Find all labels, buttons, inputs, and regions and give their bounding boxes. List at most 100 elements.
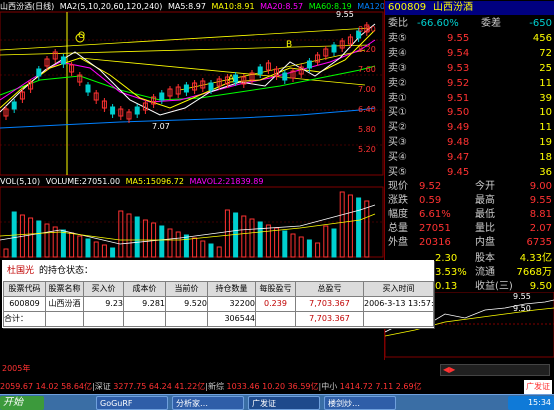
axis-tick: 6.40 (358, 105, 376, 114)
taskbar: 开始 GoGuRF 分析家… 广发证 楼剑炒… 15:34 (0, 394, 554, 410)
taskbar-item-label: GoGuRF (100, 399, 133, 408)
taskbar-item-label: 广发证 (252, 399, 276, 408)
ma60-line (0, 65, 376, 101)
order-price: 9.48 (447, 137, 470, 148)
taskbar-item-label: 楼剑炒… (328, 399, 360, 408)
taskbar-item-label: 分析家… (176, 399, 208, 408)
stat-row: 总量 27051 量比 2.07 (385, 222, 554, 235)
axis-tick: 7.00 (358, 85, 376, 94)
stat-label: 最低 (475, 209, 495, 220)
ma5-line (0, 23, 376, 116)
volume-bar (126, 213, 132, 258)
stat-value: 0.59 (419, 195, 442, 206)
tab-arrow-icon[interactable]: ◀▶ (443, 365, 455, 374)
order-price: 9.52 (447, 78, 470, 89)
zx-volume: 2.69亿 (395, 382, 422, 391)
sell-row[interactable]: 卖④ 9.54 72 (385, 47, 554, 60)
tab-strip[interactable]: ◀▶ (440, 364, 550, 376)
column-header: 成本价 (123, 281, 166, 297)
buy-row[interactable]: 买① 9.50 10 (385, 106, 554, 119)
sell-row[interactable]: 卖③ 9.53 25 (385, 62, 554, 75)
holdings-dialog[interactable]: 杜国光 的持仓状态： 股票代码 股票名称 买入价 成本价 当前价 持仓数量 每股盈亏 总盈亏买… (2, 260, 434, 328)
weibi-value: -66.60% (417, 18, 459, 29)
volume-bar (85, 238, 91, 258)
buy-row[interactable]: 买④ 9.47 18 (385, 151, 554, 164)
table-cell: 0.239 (255, 296, 296, 312)
volume-bar (364, 200, 370, 258)
stat-row: 幅度 6.61% 最低 8.81 (385, 208, 554, 221)
weicha-value: -650 (529, 18, 552, 29)
volume-bar (339, 191, 345, 258)
stat-value: 3.53% (435, 267, 467, 278)
taskbar-item-guangfa[interactable]: 广发证 (248, 396, 320, 410)
stat-value: 7668万 (516, 267, 552, 278)
buy-row[interactable]: 买⑤ 9.45 36 (385, 166, 554, 179)
low-label: 7.07 (152, 122, 170, 131)
clock-time: 15:34 (527, 398, 551, 407)
volume-bar (306, 239, 312, 258)
volume-bar (208, 243, 214, 258)
order-volume: 11 (539, 122, 552, 133)
volume-bar (77, 235, 83, 258)
volume-bar (347, 194, 353, 258)
volume-bar (249, 218, 255, 258)
candle-body (257, 66, 263, 75)
taskbar-item-analyst[interactable]: 分析家… (172, 396, 244, 410)
volume-bar (257, 221, 263, 258)
stock-header[interactable]: 600809 山西汾酒 (385, 1, 554, 15)
ma-legend: 山西汾酒(日线) MA2(5,10,20,60,120,240) MA5:8.9… (0, 1, 406, 12)
order-level-label: 卖② (388, 78, 407, 89)
order-level-label: 买① (388, 107, 407, 118)
order-price: 9.47 (447, 152, 470, 163)
volume-bar (3, 248, 9, 258)
peak-label: 9.55 (336, 10, 354, 19)
sh-volume: 58.64亿 (61, 382, 92, 391)
volume-bar (200, 240, 206, 258)
order-level-label: 买⑤ (388, 167, 407, 178)
stat-label: 今开 (475, 181, 495, 192)
volume-bar (331, 228, 337, 258)
sz-volume: 41.22亿 (174, 382, 206, 391)
stat-label: 总量 (388, 223, 408, 234)
year-label: 2005年 (2, 364, 31, 373)
sell-row[interactable]: 卖⑤ 9.55 456 (385, 32, 554, 45)
candle-body (36, 68, 42, 77)
stat-value: 9.55 (529, 195, 552, 206)
table-cell: 9.281 (123, 296, 166, 312)
candle-body (233, 74, 239, 83)
order-level-label: 买④ (388, 152, 407, 163)
sell-row[interactable]: 卖① 9.51 39 (385, 92, 554, 105)
sell-row[interactable]: 卖② 9.52 11 (385, 77, 554, 90)
volume-bar (265, 224, 271, 258)
index-status-bar: 2059.67 14.02 58.64亿|深证 3277.75 64.24 41… (0, 380, 554, 394)
vol-params: VOL(5,10) (0, 177, 41, 186)
candle-body (208, 82, 214, 91)
volume-bar (167, 228, 173, 258)
column-header: 股票名称 (45, 281, 84, 297)
buy-row[interactable]: 买② 9.49 11 (385, 121, 554, 134)
order-price: 9.54 (447, 48, 470, 59)
point-a-label: A (228, 74, 235, 84)
candle-body (134, 106, 140, 115)
start-button[interactable]: 开始 (0, 396, 44, 410)
mavol2: MAVOL2:21839.89 (189, 177, 264, 186)
broker-label: 广发证 (524, 380, 552, 394)
zx-label: 中小 (321, 382, 338, 391)
axis-tick: 8.80 (358, 25, 376, 34)
volume-bar (93, 241, 99, 258)
volume-bar (110, 247, 116, 258)
volume-bar (323, 225, 329, 258)
volume-bar (356, 197, 362, 258)
volume-bar (192, 237, 198, 258)
candles (3, 22, 370, 123)
taskbar-item-lou[interactable]: 楼剑炒… (324, 396, 396, 410)
volume-bar (101, 244, 107, 258)
date-tabs: 2005年 ◀▶ (0, 360, 554, 380)
table-row[interactable]: 600809 山西汾酒 9.23 9.281 9.520 32200 0.239 7,703.… (3, 296, 434, 312)
stock-name-legend: 山西汾酒(日线) (0, 2, 55, 11)
volume-bar (36, 220, 42, 258)
start-label: 开始 (3, 397, 23, 408)
xx-change: 10.20 (262, 382, 286, 391)
taskbar-item-goguRF[interactable]: GoGuRF (96, 396, 168, 410)
buy-row[interactable]: 买③ 9.48 19 (385, 136, 554, 149)
